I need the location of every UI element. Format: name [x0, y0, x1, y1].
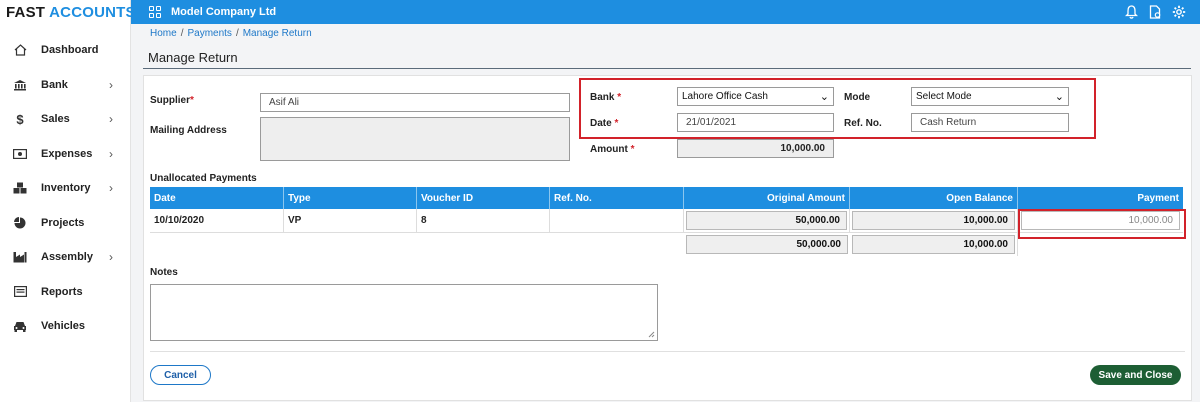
sidebar-item-assembly[interactable]: Assembly ›	[0, 240, 130, 275]
sidebar-item-label: Vehicles	[41, 320, 86, 333]
sidebar-item-label: Projects	[41, 216, 85, 229]
cell-voucher-id: 8	[417, 209, 550, 232]
sidebar-item-projects[interactable]: Projects	[0, 206, 130, 241]
sidebar-item-label: Reports	[41, 285, 83, 298]
column-header-voucher-id[interactable]: Voucher ID	[417, 187, 550, 209]
cancel-button[interactable]: Cancel	[150, 365, 211, 385]
unallocated-payments-title: Unallocated Payments	[150, 173, 257, 184]
totals-spacer	[150, 233, 684, 256]
required-mark: *	[630, 144, 635, 155]
cell-original-amount-total: 50,000.00	[684, 233, 850, 256]
cell-type: VP	[284, 209, 417, 232]
column-header-type[interactable]: Type	[284, 187, 417, 209]
document-settings-icon[interactable]	[1148, 5, 1162, 19]
sidebar-item-vehicles[interactable]: Vehicles	[0, 309, 130, 344]
bell-icon[interactable]	[1124, 5, 1138, 19]
amount-label-text: Amount	[590, 144, 628, 155]
cell-open-balance: 10,000.00	[850, 209, 1018, 232]
cell-original-amount: 50,000.00	[684, 209, 850, 232]
cell-open-balance-total: 10,000.00	[850, 233, 1018, 256]
table-header-row: Date Type Voucher ID Ref. No. Original A…	[150, 187, 1183, 209]
sidebar-item-inventory[interactable]: Inventory ›	[0, 171, 130, 206]
page-title: Manage Return	[148, 50, 238, 65]
highlight-box-bank-details	[579, 78, 1096, 139]
apps-grid-icon[interactable]	[149, 6, 161, 18]
column-header-open-balance[interactable]: Open Balance	[850, 187, 1018, 209]
sidebar-item-label: Inventory	[41, 182, 91, 195]
sidebar-item-expenses[interactable]: Expenses ›	[0, 137, 130, 172]
brand-part2: ACCOUNTS	[49, 3, 136, 21]
amount-label: Amount *	[590, 144, 634, 155]
save-and-close-button[interactable]: Save and Close	[1090, 365, 1181, 385]
chevron-right-icon: ›	[109, 77, 113, 92]
chevron-right-icon: ›	[109, 181, 113, 196]
required-mark: *	[190, 95, 194, 106]
company-name[interactable]: Model Company Ltd	[171, 6, 276, 18]
breadcrumb-separator: /	[235, 28, 239, 39]
chevron-right-icon: ›	[109, 146, 113, 161]
money-bill-icon	[12, 147, 28, 161]
open-balance-field: 10,000.00	[852, 211, 1015, 230]
notes-label: Notes	[150, 267, 178, 278]
breadcrumb-payments[interactable]: Payments	[187, 28, 231, 39]
mailing-address-input[interactable]	[260, 117, 570, 161]
cell-date: 10/10/2020	[150, 209, 284, 232]
dollar-icon: $	[16, 111, 24, 127]
supplier-label: Supplier*	[150, 95, 194, 106]
amount-input[interactable]: 10,000.00	[677, 139, 834, 158]
breadcrumb-separator: /	[180, 28, 184, 39]
column-header-original-amount[interactable]: Original Amount	[684, 187, 850, 209]
cubes-icon	[12, 181, 28, 195]
sidebar-item-reports[interactable]: Reports	[0, 275, 130, 310]
gear-icon[interactable]	[1172, 5, 1186, 19]
top-bar: Model Company Ltd	[131, 0, 1200, 24]
pie-chart-icon	[12, 216, 28, 230]
car-icon	[12, 319, 28, 333]
original-amount-total-field: 50,000.00	[686, 235, 848, 254]
factory-icon	[12, 250, 28, 264]
page-header: Manage Return	[143, 44, 1191, 69]
form-divider	[150, 351, 1185, 352]
sidebar-item-sales[interactable]: $ Sales ›	[0, 102, 130, 137]
top-bar-actions	[1124, 5, 1186, 19]
sidebar-nav: Dashboard Bank › $ Sales › Expenses › In…	[0, 33, 130, 344]
supplier-label-text: Supplier	[150, 95, 191, 106]
resize-handle-icon[interactable]	[648, 331, 655, 338]
sidebar-item-label: Sales	[41, 113, 70, 126]
sidebar-item-label: Bank	[41, 78, 68, 91]
sidebar-item-label: Expenses	[41, 147, 93, 160]
open-balance-total-field: 10,000.00	[852, 235, 1015, 254]
cell-ref-no	[550, 209, 684, 232]
brand-logo[interactable]: FAST ACCOUNTS	[0, 0, 136, 24]
brand-part1: FAST	[6, 3, 46, 21]
chevron-right-icon: ›	[109, 112, 113, 127]
highlight-box-payment	[1018, 209, 1186, 239]
notes-textarea[interactable]	[150, 284, 658, 341]
sidebar: FAST ACCOUNTS Dashboard Bank › $ Sales ›…	[0, 0, 136, 402]
sidebar-item-label: Dashboard	[41, 44, 99, 57]
chevron-right-icon: ›	[109, 250, 113, 265]
home-icon	[12, 43, 28, 57]
bank-icon	[12, 78, 28, 92]
manage-return-form: Supplier* Asif Ali Mailing Address Bank …	[143, 75, 1192, 401]
sidebar-item-bank[interactable]: Bank ›	[0, 68, 130, 103]
supplier-input[interactable]: Asif Ali	[260, 93, 570, 112]
original-amount-field: 50,000.00	[686, 211, 847, 230]
report-icon	[12, 285, 28, 299]
column-header-payment[interactable]: Payment	[1018, 187, 1183, 209]
mailing-address-label: Mailing Address	[150, 125, 227, 136]
sidebar-item-dashboard[interactable]: Dashboard	[0, 33, 130, 68]
column-header-date[interactable]: Date	[150, 187, 284, 209]
column-header-ref-no[interactable]: Ref. No.	[550, 187, 684, 209]
sidebar-item-label: Assembly	[41, 251, 93, 264]
breadcrumb: Home / Payments / Manage Return	[150, 28, 312, 39]
breadcrumb-home[interactable]: Home	[150, 28, 177, 39]
breadcrumb-current[interactable]: Manage Return	[243, 28, 312, 39]
